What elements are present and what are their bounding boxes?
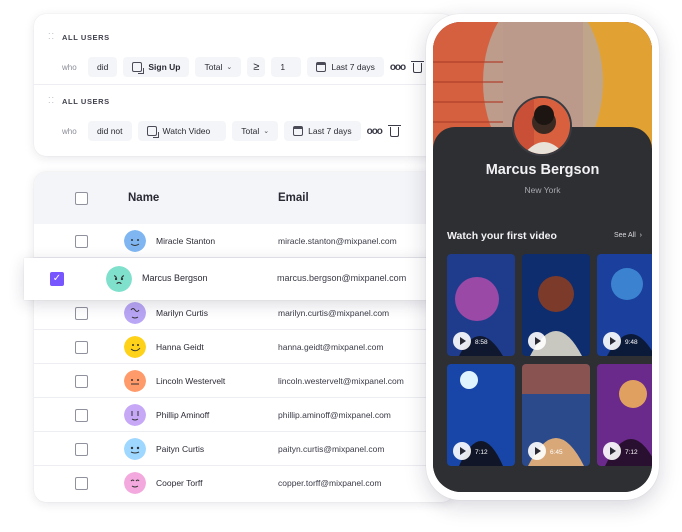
users-table: Name Email Miracle Stanton miracle.stant… (34, 172, 454, 502)
filter-block-1: ⁚⁚ ALL USERS who did Sign Up Total ⌄ ≥ 1 … (34, 30, 454, 78)
chevron-down-icon: ⌄ (226, 64, 233, 71)
see-all-link[interactable]: See All › (614, 232, 642, 239)
user-name: Cooper Torff (156, 478, 203, 488)
video-duration: 7:12 (475, 449, 488, 456)
user-email: marilyn.curtis@mixpanel.com (278, 308, 390, 318)
avatar (124, 230, 146, 252)
phone-mockup: Marcus Bergson New York Watch your first… (426, 14, 659, 500)
play-icon[interactable] (528, 332, 546, 350)
row-checkbox[interactable] (75, 341, 88, 354)
video-thumbnail[interactable]: 9:48 (597, 254, 652, 356)
video-thumbnail[interactable]: 6:45 (522, 364, 590, 466)
column-header-name[interactable]: Name (128, 192, 159, 204)
user-name: Paityn Curtis (156, 444, 205, 454)
play-icon[interactable] (453, 442, 471, 460)
user-name: Phillip Aminoff (156, 410, 210, 420)
table-row[interactable]: Lincoln Westervelt lincoln.westervelt@mi… (34, 364, 454, 398)
condition-select[interactable]: did not (88, 121, 132, 141)
checked-checkbox[interactable]: ✓ (50, 272, 64, 286)
table-row[interactable]: Paityn Curtis paityn.curtis@mixpanel.com (34, 432, 454, 466)
avatar (124, 336, 146, 358)
chevron-down-icon: ⌄ (263, 128, 270, 135)
filter-block-2: ⁚⁚ ALL USERS who did not Watch Video Tot… (34, 94, 454, 142)
user-email: phillip.aminoff@mixpanel.com (278, 410, 391, 420)
video-duration: 9:48 (625, 339, 638, 346)
user-email: marcus.bergson@mixpanel.com (277, 273, 407, 283)
row-checkbox[interactable] (75, 477, 88, 490)
row-checkbox[interactable] (75, 409, 88, 422)
divider (34, 84, 454, 85)
user-email: copper.torff@mixpanel.com (278, 478, 382, 488)
aggregation-select[interactable]: Total ⌄ (232, 121, 279, 141)
avatar (124, 302, 146, 324)
row-checkbox[interactable] (75, 307, 88, 320)
user-name: Miracle Stanton (156, 236, 216, 246)
user-email: lincoln.westervelt@mixpanel.com (278, 376, 404, 386)
profile-avatar (512, 96, 572, 156)
user-email: hanna.geidt@mixpanel.com (278, 342, 384, 352)
play-icon[interactable] (453, 332, 471, 350)
trash-icon[interactable] (411, 61, 425, 73)
event-icon (146, 126, 159, 138)
play-icon[interactable] (603, 332, 621, 350)
play-icon[interactable] (528, 442, 546, 460)
video-thumbnail[interactable]: 7:12 (447, 364, 515, 466)
user-name: Marcus Bergson (142, 273, 208, 283)
filter-title: ALL USERS (62, 96, 110, 106)
row-checkbox[interactable] (75, 235, 88, 248)
user-name: Hanna Geidt (156, 342, 204, 352)
table-row[interactable]: Cooper Torff copper.torff@mixpanel.com (34, 466, 454, 500)
avatar (106, 266, 132, 292)
avatar (124, 370, 146, 392)
user-email: paityn.curtis@mixpanel.com (278, 444, 385, 454)
event-icon (132, 62, 145, 74)
filter-title: ALL USERS (62, 32, 110, 42)
cohort-filter-card: ⁚⁚ ALL USERS who did Sign Up Total ⌄ ≥ 1 … (34, 14, 454, 156)
operator-select[interactable]: ≥ (247, 57, 266, 77)
row-checkbox[interactable] (75, 443, 88, 456)
video-duration: 6:45 (550, 449, 563, 456)
user-email: miracle.stanton@mixpanel.com (278, 236, 397, 246)
avatar (124, 438, 146, 460)
select-all-checkbox[interactable] (75, 192, 88, 205)
avatar (124, 404, 146, 426)
profile-location: New York (524, 185, 561, 195)
aggregation-select[interactable]: Total ⌄ (195, 57, 242, 77)
video-duration: 8:58 (475, 339, 488, 346)
more-options-icon[interactable]: ooo (390, 62, 406, 73)
event-select[interactable]: Watch Video (137, 121, 227, 141)
column-header-email[interactable]: Email (278, 192, 309, 204)
table-row[interactable]: Hanna Geidt hanna.geidt@mixpanel.com (34, 330, 454, 364)
calendar-icon (293, 126, 304, 136)
phone-screen: Marcus Bergson New York Watch your first… (433, 22, 652, 492)
who-label: who (62, 62, 77, 72)
video-duration: 7:12 (625, 449, 638, 456)
row-checkbox[interactable] (75, 375, 88, 388)
drag-handle-icon[interactable]: ⁚⁚ (48, 97, 58, 105)
condition-select[interactable]: did (88, 57, 118, 77)
video-thumbnail[interactable] (522, 254, 590, 356)
trash-icon[interactable] (387, 125, 401, 137)
profile-name: Marcus Bergson (485, 162, 600, 178)
table-header: Name Email (34, 172, 454, 224)
date-range-select[interactable]: Last 7 days (284, 121, 361, 141)
table-row[interactable]: Phillip Aminoff phillip.aminoff@mixpanel… (34, 398, 454, 432)
video-thumbnail[interactable]: 8:58 (447, 254, 515, 356)
who-label: who (62, 126, 77, 136)
user-name: Lincoln Westervelt (156, 376, 226, 386)
calendar-icon (316, 62, 327, 72)
table-row[interactable]: Miracle Stanton miracle.stanton@mixpanel… (34, 224, 454, 258)
user-name: Marilyn Curtis (156, 308, 208, 318)
value-input[interactable]: 1 (271, 57, 302, 77)
selected-table-row[interactable]: ✓ Marcus Bergson marcus.bergson@mixpanel… (24, 258, 442, 300)
drag-handle-icon[interactable]: ⁚⁚ (48, 33, 58, 41)
more-options-icon[interactable]: ooo (367, 126, 383, 137)
event-select[interactable]: Sign Up (123, 57, 190, 77)
table-row[interactable]: Marilyn Curtis marilyn.curtis@mixpanel.c… (34, 296, 454, 330)
section-title: Watch your first video (447, 230, 557, 242)
video-thumbnail[interactable]: 7:12 (597, 364, 652, 466)
avatar (124, 472, 146, 494)
play-icon[interactable] (603, 442, 621, 460)
date-range-select[interactable]: Last 7 days (307, 57, 384, 77)
